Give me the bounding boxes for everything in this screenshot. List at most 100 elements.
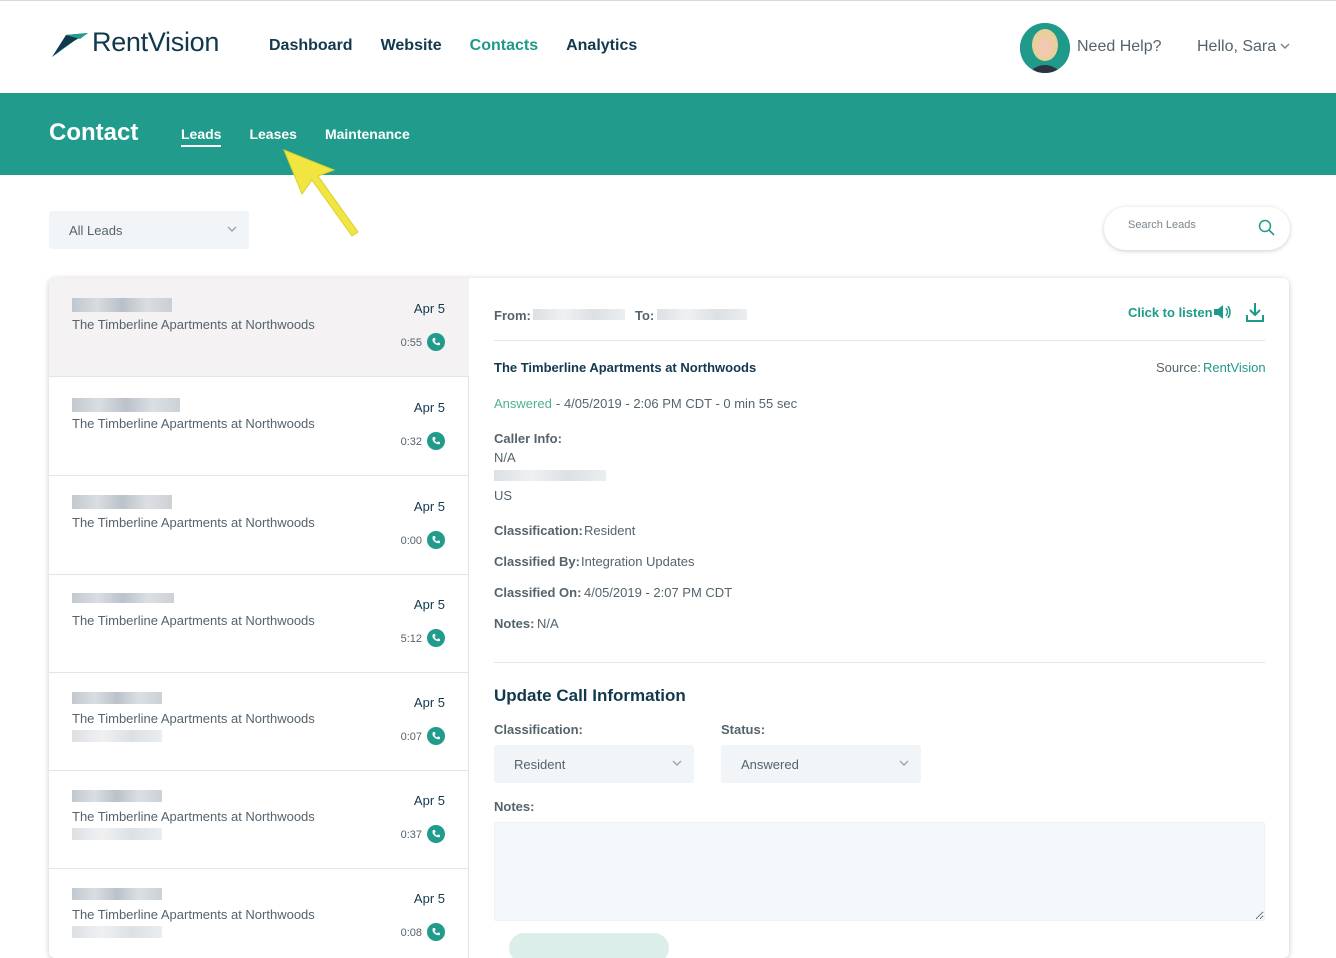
classification-select[interactable]: Resident xyxy=(494,745,694,783)
download-icon[interactable] xyxy=(1246,302,1264,322)
classification-value: Resident xyxy=(584,523,636,538)
lead-property: The Timberline Apartments at Northwoods xyxy=(72,613,315,628)
list-item[interactable]: The Timberline Apartments at Northwoods … xyxy=(49,770,469,869)
lead-duration: 0:55 xyxy=(400,337,422,349)
contact-subnav: Contact Leads Leases Maintenance xyxy=(0,93,1336,175)
list-item[interactable]: The Timberline Apartments at Northwoods … xyxy=(49,377,469,476)
list-item[interactable]: The Timberline Apartments at Northwoods … xyxy=(49,574,469,673)
call-timestamp: - 4/05/2019 - 2:06 PM CDT - 0 min 55 sec xyxy=(556,396,798,411)
redacted-detail xyxy=(72,730,162,742)
redacted-name xyxy=(72,495,172,509)
classified-by-value: Integration Updates xyxy=(581,554,695,569)
lead-duration: 0:37 xyxy=(400,829,422,841)
tab-leases[interactable]: Leases xyxy=(249,126,296,147)
list-item[interactable]: The Timberline Apartments at Northwoods … xyxy=(49,278,469,377)
nav-analytics[interactable]: Analytics xyxy=(566,37,637,55)
lead-date: Apr 5 xyxy=(413,499,445,514)
tab-maintenance[interactable]: Maintenance xyxy=(325,126,410,147)
lead-date: Apr 5 xyxy=(413,891,445,906)
lead-date: Apr 5 xyxy=(413,400,445,415)
source-label: Source: xyxy=(1156,360,1201,375)
chevron-down-icon xyxy=(227,226,237,232)
notes-textarea[interactable] xyxy=(494,822,1265,921)
status-selected: Answered xyxy=(741,757,799,772)
lead-detail: From: To: Click to listen The Timberline… xyxy=(469,278,1289,958)
support-avatar[interactable] xyxy=(1020,23,1070,73)
redacted-name xyxy=(72,298,172,312)
leads-filter-select[interactable]: All Leads xyxy=(49,211,249,249)
chevron-down-icon[interactable] xyxy=(1280,43,1290,50)
list-item[interactable]: The Timberline Apartments at Northwoods … xyxy=(49,476,469,575)
redacted-to-number xyxy=(657,309,747,320)
update-classification-label: Classification: xyxy=(494,722,583,737)
lead-property: The Timberline Apartments at Northwoods xyxy=(72,515,315,530)
caller-info-label: Caller Info: xyxy=(494,431,562,446)
redacted-caller-location xyxy=(494,470,606,481)
call-status: Answered xyxy=(494,396,552,411)
brand-logo[interactable]: RentVision xyxy=(52,27,219,58)
page-title: Contact xyxy=(49,119,139,146)
speaker-icon[interactable] xyxy=(1213,304,1233,320)
phone-icon xyxy=(427,629,445,647)
to-label: To: xyxy=(635,308,655,323)
lead-duration: 0:00 xyxy=(400,535,422,547)
leads-list: The Timberline Apartments at Northwoods … xyxy=(49,278,469,958)
source-link[interactable]: RentVision xyxy=(1203,360,1266,375)
detail-property-name: The Timberline Apartments at Northwoods xyxy=(494,360,757,375)
update-status-label: Status: xyxy=(721,722,766,737)
search-box xyxy=(1104,207,1290,250)
contact-tabs: Leads Leases Maintenance xyxy=(181,126,410,147)
tab-leads[interactable]: Leads xyxy=(181,126,222,147)
classified-by-label: Classified By: xyxy=(494,554,580,569)
lead-duration: 0:08 xyxy=(400,927,422,939)
caller-name: N/A xyxy=(494,450,516,465)
classification-label: Classification: xyxy=(494,523,583,538)
notes-value: N/A xyxy=(537,616,559,631)
phone-icon xyxy=(427,531,445,549)
person-avatar-icon xyxy=(1020,23,1070,73)
lead-date: Apr 5 xyxy=(413,301,445,316)
from-label: From: xyxy=(494,308,531,323)
user-menu[interactable]: Hello, Sara xyxy=(1197,38,1276,56)
nav-dashboard[interactable]: Dashboard xyxy=(269,37,353,55)
classified-on-label: Classified On: xyxy=(494,585,582,600)
leads-panel: The Timberline Apartments at Northwoods … xyxy=(49,278,1289,958)
update-section-title: Update Call Information xyxy=(494,686,686,705)
lead-duration: 0:32 xyxy=(400,436,422,448)
nav-contacts[interactable]: Contacts xyxy=(470,37,538,55)
lead-property: The Timberline Apartments at Northwoods xyxy=(72,416,315,431)
lead-property: The Timberline Apartments at Northwoods xyxy=(72,317,315,332)
redacted-from-number xyxy=(533,309,625,320)
list-item[interactable]: The Timberline Apartments at Northwoods … xyxy=(49,868,469,958)
phone-icon xyxy=(427,432,445,450)
classified-on-value: 4/05/2019 - 2:07 PM CDT xyxy=(584,585,733,600)
annotation-arrow-icon xyxy=(283,149,359,237)
update-notes-label: Notes: xyxy=(494,799,535,814)
search-input[interactable] xyxy=(1128,219,1248,231)
phone-icon xyxy=(427,923,445,941)
chevron-down-icon xyxy=(672,760,682,766)
lead-date: Apr 5 xyxy=(413,793,445,808)
main-nav: Dashboard Website Contacts Analytics xyxy=(269,37,637,55)
save-button[interactable] xyxy=(509,933,669,958)
search-icon[interactable] xyxy=(1258,219,1276,237)
list-item[interactable]: The Timberline Apartments at Northwoods … xyxy=(49,672,469,771)
divider xyxy=(494,340,1265,341)
redacted-name xyxy=(72,398,180,412)
redacted-phone xyxy=(72,593,174,603)
phone-icon xyxy=(427,825,445,843)
phone-icon xyxy=(427,333,445,351)
classification-selected: Resident xyxy=(514,757,566,772)
need-help-link[interactable]: Need Help? xyxy=(1077,38,1162,56)
caller-country: US xyxy=(494,488,513,503)
lead-date: Apr 5 xyxy=(413,597,445,612)
divider xyxy=(494,662,1265,663)
phone-icon xyxy=(427,727,445,745)
status-select[interactable]: Answered xyxy=(721,745,921,783)
filter-selected-label: All Leads xyxy=(69,223,123,238)
nav-website[interactable]: Website xyxy=(381,37,442,55)
redacted-name xyxy=(72,790,162,802)
lead-property: The Timberline Apartments at Northwoods xyxy=(72,711,315,726)
lead-duration: 0:07 xyxy=(400,731,422,743)
click-to-listen-button[interactable]: Click to listen xyxy=(1128,305,1213,320)
